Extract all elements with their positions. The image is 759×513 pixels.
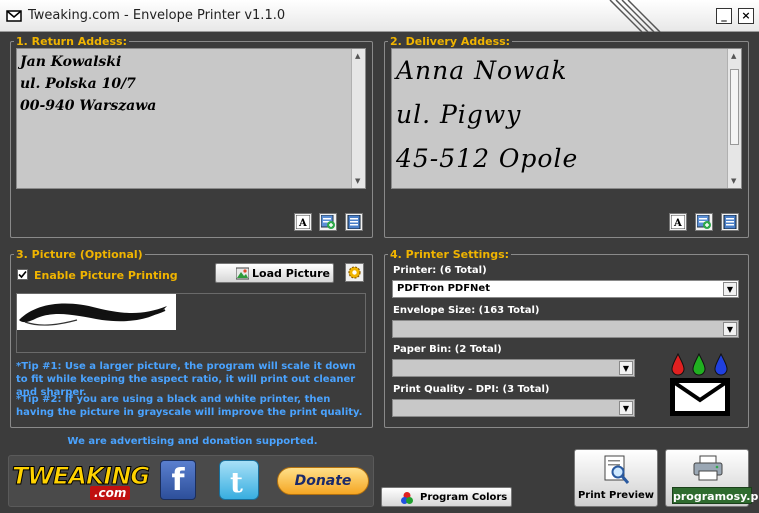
watermark-badge: programosy.pl bbox=[672, 487, 759, 504]
donate-button[interactable]: Donate bbox=[277, 467, 369, 495]
svg-text:A: A bbox=[673, 218, 682, 229]
window-title: Tweaking.com - Envelope Printer v1.1.0 bbox=[28, 8, 286, 23]
envelope-ink-icon bbox=[670, 352, 730, 416]
add-address-icon[interactable] bbox=[695, 213, 713, 231]
delivery-line-3: 45-512 Opole bbox=[396, 144, 579, 173]
return-address-textbox[interactable]: Jan Kowalski ul. Polska 10/7 00-940 Wars… bbox=[16, 48, 366, 189]
printer-settings-legend: 4. Printer Settings: bbox=[390, 248, 510, 261]
advertising-note: We are advertising and donation supporte… bbox=[67, 436, 318, 447]
font-icon[interactable]: A bbox=[669, 213, 687, 231]
printer-select-value: PDFTron PDFNet bbox=[397, 283, 490, 294]
print-quality-select[interactable]: ▼ bbox=[392, 399, 635, 417]
return-address-scrollbar[interactable]: ▲ ▼ bbox=[351, 49, 365, 188]
chevron-down-icon[interactable]: ▼ bbox=[619, 361, 633, 375]
load-picture-label: Load Picture bbox=[252, 267, 331, 280]
picture-preview-image bbox=[17, 294, 176, 330]
delivery-line-2: ul. Pigwy bbox=[396, 100, 522, 129]
return-line-1: Jan Kowalski bbox=[20, 54, 122, 70]
return-line-2: ul. Polska 10/7 bbox=[20, 76, 136, 92]
checkmark-icon bbox=[18, 270, 27, 279]
delivery-line-1: Anna Nowak bbox=[396, 56, 568, 85]
font-icon[interactable]: A bbox=[294, 213, 312, 231]
picture-preview-area bbox=[16, 293, 366, 353]
picture-tip-2: *Tip #2: If you are using a black and wh… bbox=[16, 394, 363, 418]
add-address-icon[interactable] bbox=[319, 213, 337, 231]
printer-label: Printer: (6 Total) bbox=[393, 265, 487, 276]
title-decoration bbox=[609, 0, 661, 32]
print-preview-label: Print Preview bbox=[577, 490, 655, 501]
delivery-address-textbox[interactable]: Anna Nowak ul. Pigwy 45-512 Opole ▲ ▼ bbox=[391, 48, 742, 189]
envelope-size-label: Envelope Size: (163 Total) bbox=[393, 305, 540, 316]
program-colors-button[interactable]: Program Colors bbox=[381, 487, 512, 507]
delivery-scroll-thumb[interactable] bbox=[730, 69, 739, 145]
facebook-icon[interactable]: f bbox=[160, 460, 196, 500]
address-book-icon[interactable] bbox=[721, 213, 739, 231]
color-circles-icon bbox=[401, 492, 413, 504]
title-bar: Tweaking.com - Envelope Printer v1.1.0 _… bbox=[0, 0, 759, 32]
svg-text:t: t bbox=[230, 466, 243, 499]
picture-legend: 3. Picture (Optional) bbox=[16, 248, 143, 261]
envelope-size-select[interactable]: ▼ bbox=[392, 320, 739, 338]
twitter-icon[interactable]: t bbox=[219, 460, 259, 500]
load-picture-button[interactable]: Load Picture bbox=[215, 263, 334, 283]
delivery-address-scrollbar[interactable]: ▲ ▼ bbox=[727, 49, 741, 188]
printer-icon bbox=[693, 455, 723, 481]
paper-bin-select[interactable]: ▼ bbox=[392, 359, 635, 377]
print-preview-icon bbox=[604, 455, 630, 484]
picture-icon bbox=[236, 267, 249, 280]
chevron-down-icon[interactable]: ▼ bbox=[723, 322, 737, 336]
close-button[interactable]: × bbox=[738, 8, 754, 24]
settings-gear-icon[interactable] bbox=[345, 263, 364, 282]
svg-text:A: A bbox=[298, 218, 307, 229]
app-icon bbox=[6, 10, 22, 22]
return-address-legend: 1. Return Addess: bbox=[16, 35, 127, 48]
print-quality-label: Print Quality - DPI: (3 Total) bbox=[393, 384, 550, 395]
enable-picture-checkbox[interactable] bbox=[17, 269, 28, 280]
paper-bin-label: Paper Bin: (2 Total) bbox=[393, 344, 502, 355]
address-book-icon[interactable] bbox=[345, 213, 363, 231]
tweaking-logo[interactable]: TWEAKING .com bbox=[11, 458, 151, 504]
return-line-3: 00-940 Warszawa bbox=[20, 98, 157, 114]
delivery-address-legend: 2. Delivery Addess: bbox=[390, 35, 511, 48]
minimize-button[interactable]: _ bbox=[716, 8, 732, 24]
chevron-down-icon[interactable]: ▼ bbox=[619, 401, 633, 415]
tweaking-logo-sub: .com bbox=[90, 486, 131, 500]
chevron-down-icon[interactable]: ▼ bbox=[723, 282, 737, 296]
print-preview-button[interactable]: Print Preview bbox=[574, 449, 658, 507]
enable-picture-label: Enable Picture Printing bbox=[34, 269, 178, 282]
printer-select[interactable]: PDFTron PDFNet ▼ bbox=[392, 280, 739, 298]
program-colors-label: Program Colors bbox=[420, 492, 508, 503]
